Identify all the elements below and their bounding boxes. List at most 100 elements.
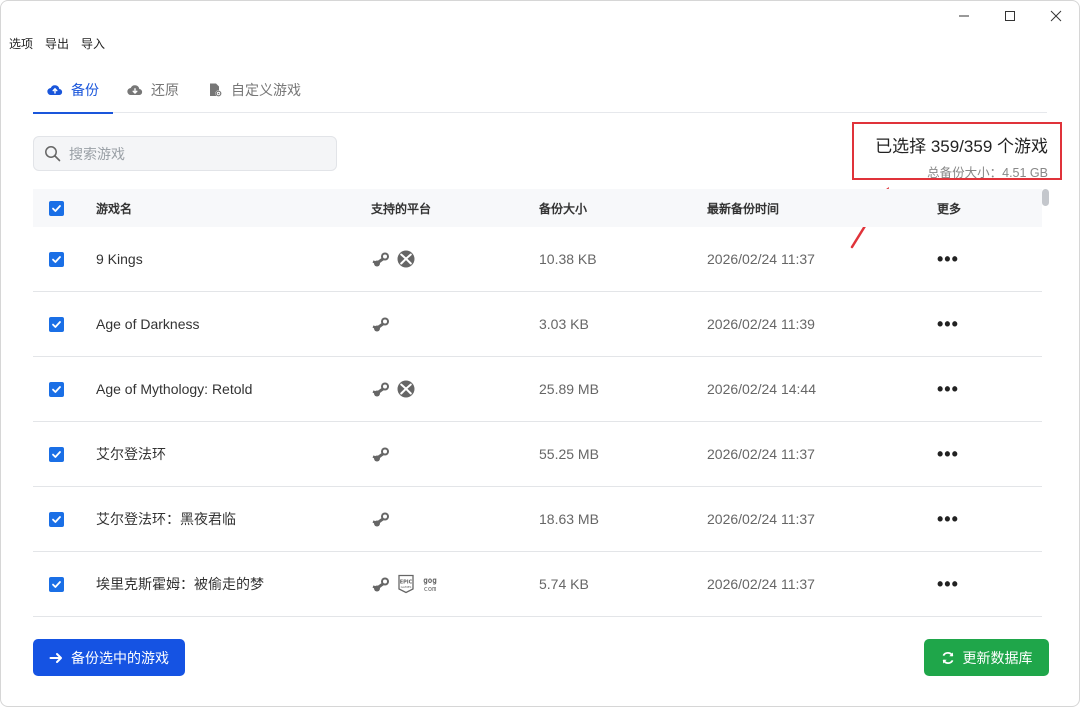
table-row[interactable]: Age of Darkness 3.03 KB 2026/02/24 11:39 ••…	[33, 292, 1042, 357]
table-body: 9 Kings 10.38 KB 2026/02/24 11:37 ••• Age of…	[33, 227, 1042, 617]
table-row[interactable]: 9 Kings 10.38 KB 2026/02/24 11:37 •••	[33, 227, 1042, 292]
platform-icons	[371, 313, 539, 335]
update-database-button[interactable]: 更新数据库	[924, 639, 1049, 676]
table-row[interactable]: 艾尔登法环：黑夜君临 18.63 MB 2026/02/24 11:37 •••	[33, 487, 1042, 552]
backup-time: 2026/02/24 11:39	[707, 316, 815, 332]
backup-size: 5.74 KB	[539, 576, 589, 592]
table-row[interactable]: Age of Mythology: Retold 25.89 MB 2026/02/…	[33, 357, 1042, 422]
total-backup-size: 总备份大小：4.51 GB	[927, 166, 1048, 180]
row-checkbox[interactable]	[49, 511, 64, 527]
table-row[interactable]: 艾尔登法环 55.25 MB 2026/02/24 11:37 •••	[33, 422, 1042, 487]
xbox-icon	[395, 378, 417, 400]
cloud-download-icon	[127, 85, 143, 96]
check-icon	[52, 320, 61, 328]
check-icon	[52, 450, 61, 458]
xbox-icon	[395, 248, 417, 270]
search-icon	[45, 146, 61, 162]
tab-backup-label: 备份	[71, 82, 99, 98]
app-window: 选项 导出 导入 备份 还原 自定义游戏 搜索游戏 已选择 359/359 个游…	[0, 0, 1080, 707]
tab-bar: 备份 还原 自定义游戏	[33, 67, 1047, 114]
row-checkbox[interactable]	[49, 381, 64, 397]
platform-icons: EPIC GAMES gog com	[371, 573, 539, 595]
game-name: Age of Mythology: Retold	[96, 381, 253, 397]
platform-icons	[371, 443, 539, 465]
backup-time: 2026/02/24 11:37	[707, 251, 815, 267]
row-checkbox[interactable]	[49, 576, 64, 592]
game-name: 艾尔登法环	[96, 446, 166, 462]
table-header: 游戏名 支持的平台 备份大小 最新备份时间 更多	[33, 189, 1042, 227]
tab-restore[interactable]: 还原	[113, 67, 193, 113]
svg-text:gog: gog	[423, 576, 437, 585]
scrollbar[interactable]	[1042, 189, 1049, 619]
backup-time: 2026/02/24 11:37	[707, 446, 815, 462]
steam-icon	[371, 573, 393, 595]
header-size[interactable]: 备份大小	[539, 200, 707, 217]
game-name: 埃里克斯霍姆：被偷走的梦	[96, 576, 264, 592]
header-more: 更多	[937, 201, 962, 216]
file-gear-icon	[210, 83, 222, 97]
tab-restore-label: 还原	[151, 82, 179, 98]
backup-size: 3.03 KB	[539, 316, 589, 332]
games-table: 游戏名 支持的平台 备份大小 最新备份时间 更多 9 Kings 10.38 KB…	[33, 189, 1042, 617]
steam-icon	[371, 508, 393, 530]
update-database-label: 更新数据库	[962, 649, 1033, 666]
header-name[interactable]: 游戏名	[96, 200, 371, 217]
search-input[interactable]	[69, 145, 309, 162]
menu-import[interactable]: 导入	[81, 35, 105, 52]
more-options-button[interactable]: •••	[937, 575, 959, 593]
row-checkbox[interactable]	[49, 446, 64, 462]
steam-icon	[371, 378, 393, 400]
more-options-button[interactable]: •••	[937, 315, 959, 333]
search-box	[33, 136, 337, 171]
tab-custom-games-label: 自定义游戏	[231, 82, 301, 98]
tab-custom-games[interactable]: 自定义游戏	[193, 67, 315, 113]
game-name: 9 Kings	[96, 251, 143, 267]
backup-time: 2026/02/24 11:37	[707, 576, 815, 592]
close-icon	[1050, 10, 1062, 22]
table-row[interactable]: 埃里克斯霍姆：被偷走的梦 EPIC GAMES gog com 5.74 KB 2026/0…	[33, 552, 1042, 617]
header-platform[interactable]: 支持的平台	[371, 200, 539, 217]
menu-bar: 选项 导出 导入	[9, 35, 105, 52]
check-icon	[52, 255, 61, 263]
minimize-button[interactable]	[941, 1, 987, 31]
more-options-button[interactable]: •••	[937, 250, 959, 268]
tab-backup[interactable]: 备份	[33, 67, 113, 114]
backup-selected-button[interactable]: 备份选中的游戏	[33, 639, 185, 676]
selection-summary: 已选择 359/359 个游戏 总备份大小：4.51 GB	[852, 122, 1062, 180]
backup-selected-label: 备份选中的游戏	[71, 649, 169, 666]
steam-icon	[371, 313, 393, 335]
maximize-button[interactable]	[987, 1, 1033, 31]
selected-count: 已选择 359/359 个游戏	[875, 137, 1048, 156]
platform-icons	[371, 248, 539, 270]
svg-text:GAMES: GAMES	[401, 585, 412, 589]
backup-time: 2026/02/24 11:37	[707, 511, 815, 527]
backup-size: 10.38 KB	[539, 251, 597, 267]
select-all-checkbox[interactable]	[49, 200, 64, 216]
check-icon	[52, 580, 61, 588]
game-name: 艾尔登法环：黑夜君临	[96, 511, 236, 527]
platform-icons	[371, 508, 539, 530]
svg-text:com: com	[424, 585, 437, 593]
menu-options[interactable]: 选项	[9, 35, 33, 52]
check-icon	[52, 385, 61, 393]
close-button[interactable]	[1033, 1, 1079, 31]
steam-icon	[371, 443, 393, 465]
more-options-button[interactable]: •••	[937, 445, 959, 463]
row-checkbox[interactable]	[49, 316, 64, 332]
header-time[interactable]: 最新备份时间	[707, 200, 937, 217]
backup-size: 55.25 MB	[539, 446, 599, 462]
menu-export[interactable]: 导出	[45, 35, 69, 52]
minimize-icon	[959, 15, 969, 17]
row-checkbox[interactable]	[49, 251, 64, 267]
refresh-icon	[942, 651, 953, 664]
more-options-button[interactable]: •••	[937, 380, 959, 398]
check-icon	[52, 204, 61, 212]
steam-icon	[371, 248, 393, 270]
game-name: Age of Darkness	[96, 316, 200, 332]
window-controls	[941, 1, 1079, 31]
backup-size: 25.89 MB	[539, 381, 599, 397]
more-options-button[interactable]: •••	[937, 510, 959, 528]
scrollbar-thumb[interactable]	[1042, 189, 1049, 206]
backup-size: 18.63 MB	[539, 511, 599, 527]
check-icon	[52, 515, 61, 523]
